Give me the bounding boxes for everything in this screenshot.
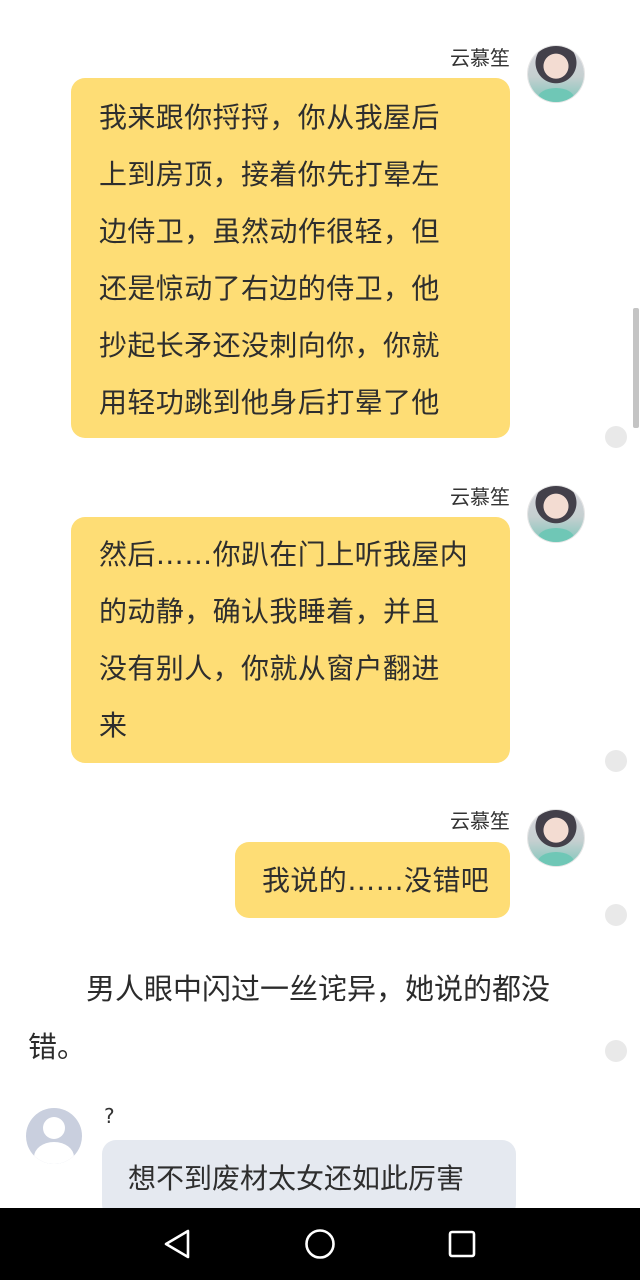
comment-dot[interactable] [605,426,627,448]
message-line: 来 [99,709,128,742]
comment-dot[interactable] [605,1040,627,1062]
sender-avatar[interactable] [528,486,584,542]
sender-name: 云慕笙 [450,485,510,509]
navigation-bar [0,1208,640,1280]
sender-name: 云慕笙 [450,46,510,70]
recents-icon [448,1230,476,1258]
sender-avatar[interactable] [528,810,584,866]
message-bubble[interactable]: 然后……你趴在门上听我屋内 的动静，确认我睡着，并且 没有别人，你就从窗户翻进 … [71,517,510,763]
scrollbar[interactable] [633,308,639,428]
user-silhouette-icon [43,1117,65,1139]
message-bubble[interactable]: 我来跟你捋捋，你从我屋后 上到房顶，接着你先打晕左 边侍卫，虽然动作很轻，但 还… [71,78,510,438]
message-bubble[interactable]: 我说的……没错吧 [235,842,510,918]
message-line: 我说的……没错吧 [262,864,490,897]
message-line: 上到房顶，接着你先打晕左 [99,158,440,191]
narration-paragraph: 男人眼中闪过一丝诧异，她说的都没错。 [28,972,551,1064]
sender-name: ? [104,1104,115,1128]
message-line: 我来跟你捋捋，你从我屋后 [99,101,440,134]
message-line: 的动静，确认我睡着，并且 [99,595,440,628]
message-line: 边侍卫，虽然动作很轻，但 [99,215,440,248]
message-line: 还是惊动了右边的侍卫，他 [99,272,440,305]
comment-dot[interactable] [605,750,627,772]
back-button[interactable] [160,1226,196,1262]
home-icon [305,1229,335,1259]
sender-avatar[interactable] [528,46,584,102]
message-line: 没有别人，你就从窗户翻进 [99,652,440,685]
sender-name: 云慕笙 [450,809,510,833]
back-icon [164,1229,190,1259]
message-line: 然后……你趴在门上听我屋内 [99,538,469,571]
reply-bubble[interactable]: 想不到废材太女还如此厉害 [102,1140,516,1208]
comment-dot[interactable] [605,904,627,926]
message-line: 用轻功跳到他身后打晕了他 [99,386,440,419]
home-button[interactable] [302,1226,338,1262]
recents-button[interactable] [444,1226,480,1262]
default-avatar[interactable] [26,1108,82,1164]
chat-content: 云慕笙 我来跟你捋捋，你从我屋后 上到房顶，接着你先打晕左 边侍卫，虽然动作很轻… [0,0,640,1208]
message-line: 抄起长矛还没刺向你，你就 [99,329,440,362]
